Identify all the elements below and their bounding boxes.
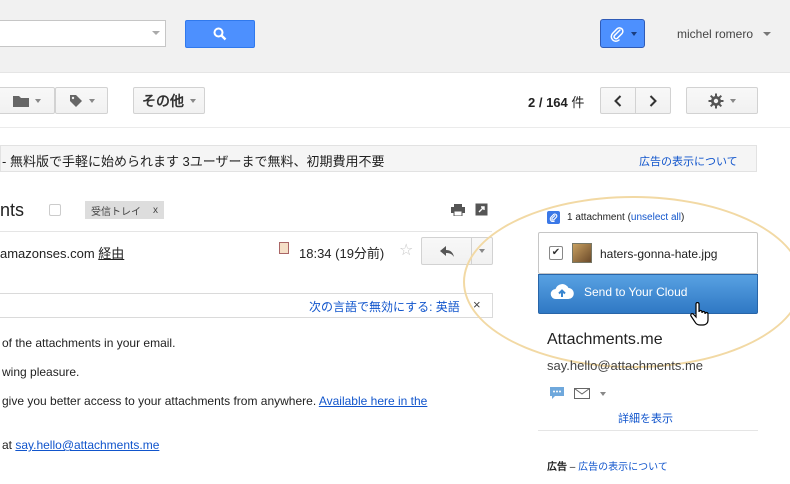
move-to-button[interactable] — [0, 87, 55, 114]
message-time: 18:34 (19分前) — [299, 246, 385, 261]
older-button[interactable] — [635, 87, 671, 114]
sidebar-actions — [550, 387, 606, 400]
chevron-down-icon — [88, 98, 95, 103]
attachment-thumbnail — [572, 243, 592, 263]
contact-email-link[interactable]: say.hello@attachments.me — [15, 438, 159, 452]
remove-label-button[interactable]: x — [153, 205, 158, 216]
star-icon[interactable]: ☆ — [399, 240, 413, 260]
sidebar-ad-separator: – — [567, 462, 579, 473]
chevron-right-icon — [649, 94, 657, 107]
attachment-count-text: 1 attachment — [567, 212, 625, 223]
chevron-down-icon — [631, 31, 637, 36]
more-button-label: その他 — [142, 92, 184, 109]
sender-domain: amazonses.com — [0, 246, 99, 261]
body-line-3: give you better access to your attachmen… — [2, 394, 427, 408]
newer-button[interactable] — [600, 87, 636, 114]
attachment-file-name[interactable]: haters-gonna-hate.jpg — [600, 247, 717, 261]
show-details-link[interactable]: 詳細を表示 — [618, 410, 673, 426]
sender-line: amazonses.com 経由 — [0, 243, 124, 262]
body-line-1: of the attachments in your email. — [2, 336, 176, 350]
sidebar-ad-line: 広告 – 広告の表示について — [547, 458, 668, 473]
pager-unit: 件 — [567, 95, 585, 110]
sidebar-ad-info-link[interactable]: 広告の表示について — [578, 462, 668, 473]
pager-separator: / — [535, 95, 547, 110]
chevron-down-icon — [730, 98, 736, 103]
toolbar-divider — [0, 127, 790, 128]
ad-info-link[interactable]: 広告の表示について — [639, 153, 738, 169]
account-caret[interactable] — [763, 32, 771, 36]
folder-icon — [12, 95, 29, 107]
importance-marker[interactable] — [49, 204, 61, 216]
labels-button[interactable] — [55, 87, 108, 114]
chevron-left-icon — [614, 94, 622, 107]
mail-icon[interactable] — [574, 388, 590, 399]
attachment-count: 1 attachment (unselect all) — [567, 212, 684, 223]
disable-translation-link[interactable]: 次の言語で無効にする: 英語 — [309, 298, 460, 315]
search-options-caret[interactable] — [152, 31, 160, 35]
cloud-icon — [550, 284, 574, 300]
label-icon — [69, 94, 82, 107]
sidebar-divider — [538, 430, 758, 431]
inbox-label-text: 受信トレイ — [91, 206, 141, 218]
hand-cursor-icon — [690, 302, 709, 326]
sidebar-email: say.hello@attachments.me — [547, 358, 704, 373]
pager-total: 164 — [546, 95, 568, 110]
pager-count: 2 / 164 件 — [528, 92, 584, 111]
paperclip-icon — [610, 26, 624, 42]
chevron-down-icon — [190, 98, 196, 103]
reply-icon — [439, 245, 454, 257]
paperclip-icon — [547, 211, 560, 224]
attachment-indicator-icon — [279, 242, 289, 254]
send-to-cloud-label: Send to Your Cloud — [584, 285, 688, 299]
chat-icon[interactable] — [550, 387, 564, 400]
message-subject: nts — [0, 200, 25, 220]
search-button[interactable] — [185, 20, 255, 48]
ad-text[interactable]: - 無料版で手軽に始められます 3ユーザーまで無料、初期費用不要 — [2, 151, 385, 170]
chevron-down-icon[interactable] — [600, 391, 606, 396]
new-window-icon[interactable] — [475, 203, 488, 216]
sidebar-title: Attachments.me — [547, 331, 663, 348]
body-line-4: at say.hello@attachments.me — [2, 438, 159, 452]
unselect-all-link[interactable]: unselect all — [631, 212, 681, 223]
attachment-checkbox[interactable]: ✔ — [549, 246, 563, 260]
unselect-close-paren: ) — [680, 212, 685, 223]
account-name[interactable]: michel romero — [677, 27, 753, 41]
body-line-4-prefix: at — [2, 438, 16, 452]
header-divider — [0, 231, 492, 232]
more-button[interactable]: その他 — [133, 87, 205, 114]
search-input-box[interactable] — [0, 20, 166, 48]
sidebar-ad-label: 広告 — [547, 462, 567, 473]
inbox-label-chip: 受信トレイ x — [85, 201, 164, 219]
gear-icon — [708, 93, 724, 108]
search-input[interactable] — [0, 21, 142, 48]
available-link[interactable]: Available here in the — [319, 394, 428, 408]
sender-via-link[interactable]: 経由 — [98, 246, 124, 261]
body-line-2: wing pleasure. — [2, 365, 80, 379]
attachments-extension-button[interactable] — [600, 19, 645, 48]
search-icon — [213, 27, 227, 41]
settings-button[interactable] — [686, 87, 758, 114]
chevron-down-icon — [34, 98, 41, 103]
body-line-3-text: give you better access to your attachmen… — [2, 394, 319, 408]
reply-button[interactable] — [421, 237, 472, 265]
print-icon[interactable] — [451, 204, 465, 216]
